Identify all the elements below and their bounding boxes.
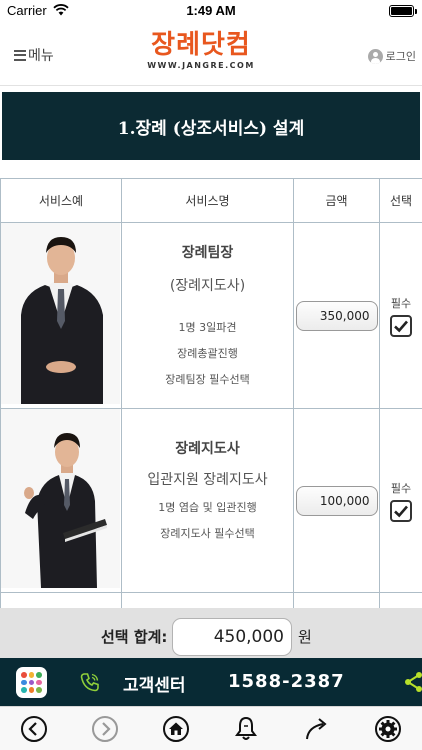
user-icon	[367, 48, 383, 64]
redirect-button[interactable]	[303, 715, 331, 743]
staff-photo-funeral-director	[1, 409, 120, 588]
back-icon	[21, 716, 47, 742]
required-label: 필수	[390, 481, 412, 495]
staff-photo-team-leader	[1, 223, 120, 404]
service-table: 서비스예 서비스명 금액 선택 장례팀장 (장례지도사) 1명 3일파견 장례총…	[0, 178, 422, 633]
col-header-price: 금액	[293, 178, 380, 223]
service-detail: 1명 염습 및 입관진행	[158, 501, 257, 514]
required-label: 필수	[390, 296, 412, 310]
forward-button[interactable]	[91, 715, 119, 743]
back-button[interactable]	[20, 715, 48, 743]
total-bar: 선택 합계: 450,000 원	[0, 608, 422, 658]
table-row: 장례지도사 입관지원 장례지도사 1명 염습 및 입관진행 장례지도사 필수선택…	[0, 408, 422, 593]
site-logo[interactable]: 장례닷컴 WWW.JANGRE.COM	[142, 30, 260, 70]
section-title: 1.장례 (상조서비스) 설계	[2, 92, 420, 160]
share-icon[interactable]	[403, 670, 422, 694]
login-label: 로그인	[385, 50, 416, 63]
home-icon	[163, 716, 189, 742]
price-cell: 350,000	[293, 222, 380, 409]
checkmark-icon	[394, 320, 408, 332]
table-header-row: 서비스예 서비스명 금액 선택	[0, 178, 422, 223]
forward-icon	[92, 716, 118, 742]
customer-center-label: 고객센터	[123, 676, 186, 696]
settings-button[interactable]	[374, 715, 402, 743]
price-field[interactable]: 100,000	[295, 485, 378, 516]
bell-icon	[235, 716, 257, 740]
customer-center-phone[interactable]: 1588-2387	[228, 671, 345, 692]
service-photo	[0, 408, 122, 593]
select-cell: 필수	[379, 408, 422, 593]
select-cell: 필수	[379, 222, 422, 409]
service-detail: 장례총괄진행	[177, 347, 238, 360]
menu-label: 메뉴	[28, 48, 54, 64]
table-row: 장례팀장 (장례지도사) 1명 3일파견 장례총괄진행 장례팀장 필수선택 35…	[0, 222, 422, 409]
apps-grid-icon[interactable]	[16, 667, 47, 698]
status-bar: Carrier 1:49 AM	[0, 0, 422, 22]
service-name-cell: 장례지도사 입관지원 장례지도사 1명 염습 및 입관진행 장례지도사 필수선택	[121, 408, 294, 593]
battery-icon	[389, 5, 417, 17]
home-button[interactable]	[162, 715, 190, 743]
total-unit: 원	[298, 628, 312, 646]
service-subtitle: 입관지원 장례지도사	[147, 472, 268, 488]
select-checkbox[interactable]	[390, 499, 412, 522]
app-header: 메뉴 장례닷컴 WWW.JANGRE.COM 로그인	[0, 22, 422, 86]
service-detail: 1명 3일파견	[178, 321, 237, 334]
service-detail: 장례지도사 필수선택	[160, 527, 255, 540]
service-name: 장례지도사	[175, 441, 240, 457]
price-field[interactable]: 350,000	[295, 300, 378, 331]
login-button[interactable]: 로그인	[367, 48, 416, 64]
total-label: 선택 합계:	[101, 628, 168, 646]
select-checkbox[interactable]	[390, 314, 412, 337]
price-cell: 100,000	[293, 408, 380, 593]
col-header-select: 선택	[379, 178, 422, 223]
service-name: 장례팀장	[181, 245, 234, 261]
checkmark-icon	[394, 505, 408, 517]
col-header-name: 서비스명	[121, 178, 294, 223]
hamburger-icon	[14, 49, 26, 61]
phone-icon[interactable]	[79, 671, 101, 693]
service-photo	[0, 222, 122, 409]
service-name-cell: 장례팀장 (장례지도사) 1명 3일파견 장례총괄진행 장례팀장 필수선택	[121, 222, 294, 409]
col-header-example: 서비스예	[0, 178, 122, 223]
bottom-toolbar	[0, 706, 422, 750]
settings-icon	[375, 716, 401, 742]
customer-center-bar: 고객센터 1588-2387	[0, 658, 422, 706]
service-detail: 장례팀장 필수선택	[165, 373, 250, 386]
menu-button[interactable]: 메뉴	[14, 45, 54, 65]
logo-url: WWW.JANGRE.COM	[147, 61, 255, 70]
clock: 1:49 AM	[186, 3, 236, 18]
service-subtitle: (장례지도사)	[169, 278, 246, 294]
total-amount-field: 450,000	[172, 618, 292, 656]
redirect-icon	[306, 718, 327, 740]
notification-button[interactable]	[232, 715, 260, 743]
logo-text: 장례닷컴	[151, 30, 251, 60]
